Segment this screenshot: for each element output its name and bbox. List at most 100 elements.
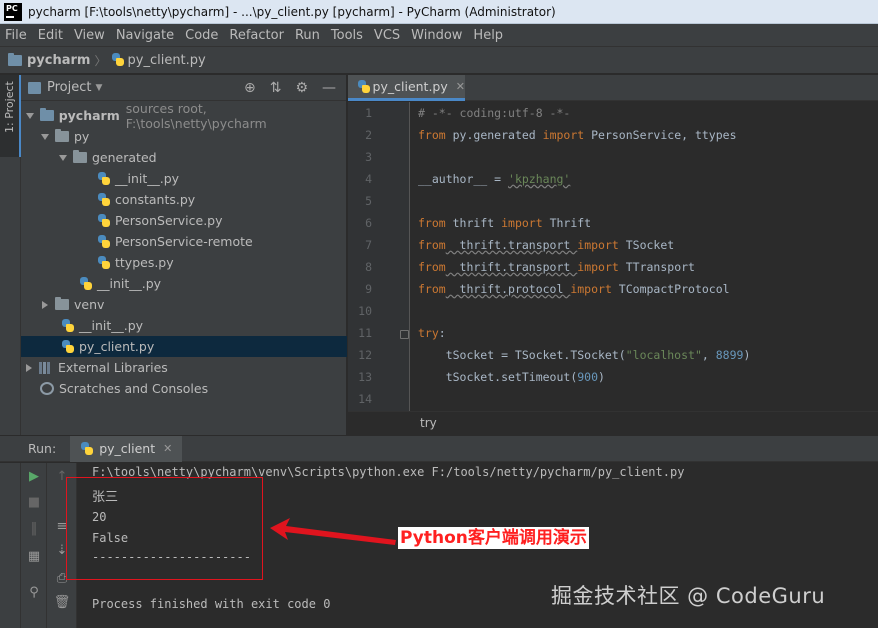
gear-icon[interactable]: ⚙ [295,80,308,96]
tree-item-scratches[interactable]: Scratches and Consoles [21,378,347,399]
project-panel: Project ▼ ⊕ ⇅ ⚙ — pycharm sources root, … [21,75,347,435]
editor-tab-bar: py_client.py ✕ [348,75,878,101]
tree-item-py-client[interactable]: py_client.py [21,336,347,357]
line-number: 3 [365,150,372,164]
collapse-all-icon[interactable]: ⇅ [270,80,282,96]
tree-item-venv[interactable]: venv [21,294,347,315]
line-number: 6 [365,216,372,230]
tree-item-label: constants.py [115,192,196,207]
menu-view[interactable]: View [69,28,111,43]
pycharm-logo-icon: PC [4,2,22,21]
title-bar: PC pycharm [F:\tools\netty\pycharm] - ..… [0,0,878,24]
line-number: 4 [365,172,372,186]
line-number: 11 [358,326,372,340]
run-tab-py-client[interactable]: py_client ✕ [70,435,183,462]
line-number: 13 [358,370,372,384]
tree-item-label: External Libraries [58,360,168,375]
expand-arrow-icon[interactable] [26,363,32,372]
tree-item-label: ttypes.py [115,255,174,270]
menu-tools[interactable]: Tools [326,28,369,43]
line-number: 8 [365,260,372,274]
editor-tab-py-client[interactable]: py_client.py ✕ [348,75,465,101]
expand-arrow-icon[interactable] [42,300,48,309]
tree-item-pycharm[interactable]: pycharm sources root, F:\tools\netty\pyc… [21,101,347,131]
package-folder-icon [73,150,87,163]
python-file-icon [79,276,92,291]
code-breadcrumb: try [348,411,878,435]
tree-item-file[interactable]: __init__.py [21,168,347,189]
hide-icon[interactable]: — [322,80,336,96]
menu-run[interactable]: Run [290,28,326,43]
menu-vcs[interactable]: VCS [369,28,406,43]
menu-refactor[interactable]: Refactor [224,28,290,43]
annotation-highlight-box [66,477,263,580]
tree-item-label: venv [74,297,105,312]
tree-item-label: generated [92,150,157,165]
menu-edit[interactable]: Edit [33,28,69,43]
close-icon[interactable]: ✕ [456,80,465,93]
tree-item-external-libraries[interactable]: External Libraries [21,357,347,378]
expand-arrow-icon[interactable] [26,112,34,119]
code-line: from thrift.transport import TSocket [418,238,675,252]
stop-icon[interactable]: ■ [24,495,44,510]
code-area[interactable]: # -*- coding:utf-8 -*- from py.generated… [411,102,878,411]
tree-item-file[interactable]: __init__.py [21,315,347,336]
menu-file[interactable]: File [0,28,33,43]
expand-arrow-icon[interactable] [41,133,49,140]
folder-icon [55,297,69,310]
code-line: from thrift import Thrift [418,216,592,230]
code-line: from thrift.transport import TTransport [418,260,695,274]
navigation-bar: pycharm 〉 py_client.py [0,47,878,74]
libraries-icon [39,361,53,374]
menu-bar: File Edit View Navigate Code Refactor Ru… [0,24,878,47]
code-line: from py.generated import PersonService, … [418,128,737,142]
tree-item-py[interactable]: py [21,126,347,147]
tree-item-generated[interactable]: generated [21,147,347,168]
fold-marker-icon[interactable] [400,330,409,339]
tree-item-file[interactable]: ttypes.py [21,252,347,273]
folder-icon [40,108,54,121]
tree-item-label: py_client.py [79,339,155,354]
layout-icon[interactable]: ▦ [24,549,44,564]
locate-icon[interactable]: ⊕ [244,80,256,96]
python-file-icon [111,53,124,67]
menu-navigate[interactable]: Navigate [111,28,180,43]
python-file-icon [80,441,94,456]
project-panel-title[interactable]: Project [47,80,91,95]
chevron-down-icon[interactable]: ▼ [95,83,102,93]
close-icon[interactable]: ✕ [163,442,172,455]
folder-icon [8,52,22,66]
code-line: try: [418,326,446,340]
tree-item-file[interactable]: PersonService-remote [21,231,347,252]
code-line: tSocket = TSocket.TSocket("localhost", 8… [418,348,751,362]
console-line: Process finished with exit code 0 [92,597,331,611]
pin-icon[interactable]: ⚲ [24,585,44,600]
code-line: from thrift.protocol import TCompactProt… [418,282,730,296]
run-panel-header: Run: py_client ✕ [0,435,878,462]
menu-code[interactable]: Code [180,28,224,43]
tree-item-file[interactable]: PersonService.py [21,210,347,231]
pause-icon[interactable]: ‖ [24,521,44,536]
tree-item-file[interactable]: __init__.py [21,273,347,294]
line-number: 1 [365,106,372,120]
trash-icon[interactable]: 🗑 [52,595,72,610]
project-icon [28,81,41,94]
tree-item-file[interactable]: constants.py [21,189,347,210]
line-number: 9 [365,282,372,296]
breadcrumb-file[interactable]: py_client.py [128,53,206,68]
rerun-icon[interactable]: ▶ [24,469,44,484]
menu-window[interactable]: Window [406,28,468,43]
tree-item-label: PersonService.py [115,213,223,228]
run-tab-label: py_client [99,441,156,456]
expand-arrow-icon[interactable] [59,154,67,161]
project-tool-tab[interactable]: 1: Project [0,75,21,157]
menu-help[interactable]: Help [468,28,509,43]
run-toolbar: ▶ ■ ‖ ▦ ⚲ [21,463,47,628]
python-file-icon [61,339,74,354]
tree-item-label: py [74,129,90,144]
code-breadcrumb-item[interactable]: try [420,416,437,430]
line-number: 5 [365,194,372,208]
left-tool-strip: 1: Project [0,75,21,435]
breadcrumb-root[interactable]: pycharm [27,53,90,68]
python-file-icon [97,255,110,270]
